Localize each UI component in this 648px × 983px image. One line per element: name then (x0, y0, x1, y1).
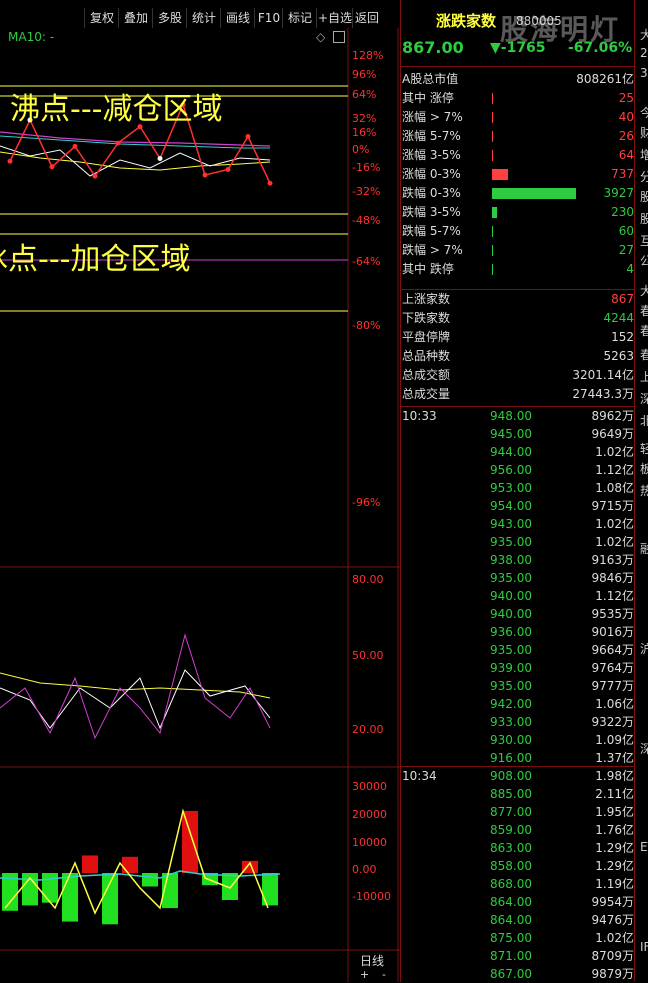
side-item[interactable]: 沪 (640, 640, 648, 657)
toolbar-button-2[interactable]: 多股 (152, 8, 187, 28)
main-y-tick-7: -32% (352, 185, 380, 198)
osc-line-yellow (0, 672, 271, 699)
toolbar-button-0[interactable]: 复权 (84, 8, 119, 28)
zoom-in-button[interactable]: + (360, 968, 369, 981)
volume-bar-2 (42, 873, 58, 903)
annotation-bottom: 冰点---加仓区域 (0, 242, 191, 277)
side-item[interactable]: 3 (640, 66, 648, 80)
main-point-7 (157, 156, 163, 161)
side-item[interactable]: 热 (640, 482, 648, 499)
toolbar-button-5[interactable]: F10 (254, 8, 283, 28)
side-item[interactable]: 深 (640, 740, 648, 757)
main-y-tick-9: -64% (352, 255, 380, 268)
annotation-top: 沸点---减仓区域 (10, 92, 223, 127)
osc-y-tick-2: 20.00 (352, 723, 384, 736)
side-item[interactable]: 融 (640, 540, 648, 557)
volume-bars (2, 810, 278, 925)
main-point-2 (49, 164, 55, 170)
side-item[interactable]: 2 (640, 46, 648, 60)
window-icon[interactable] (333, 31, 345, 43)
volume-bar-3 (62, 873, 78, 922)
side-item[interactable]: 春 (640, 346, 648, 363)
main-point-3 (72, 143, 78, 149)
side-item[interactable]: 股 (640, 188, 648, 205)
toolbar-button-4[interactable]: 画线 (220, 8, 255, 28)
vol-y-tick-1: 20000 (352, 808, 387, 821)
side-item[interactable]: 大 (640, 282, 648, 299)
main-y-tick-1: 96% (352, 68, 376, 81)
side-item[interactable]: 深 (640, 390, 648, 407)
main-point-10 (225, 167, 231, 172)
side-item[interactable]: 公 (640, 252, 648, 269)
main-y-tick-11: -96% (352, 496, 380, 509)
toolbar-button-1[interactable]: 叠加 (118, 8, 153, 28)
main-y-tick-2: 64% (352, 88, 376, 101)
main-y-tick-8: -48% (352, 214, 380, 227)
period-label[interactable]: 日线 (360, 952, 384, 969)
osc-line-white (0, 669, 271, 730)
main-y-tick-6: -16% (352, 161, 380, 174)
side-item[interactable]: 轻 (640, 440, 648, 457)
side-item[interactable]: 上 (640, 368, 648, 385)
side-strip: 大23今财增分股股互公大春春春上深北轻板热融沪深ETIF (400, 0, 648, 982)
ma10-label: MA10: - (8, 30, 55, 44)
side-item[interactable]: 分 (640, 168, 648, 185)
side-item[interactable]: 互 (640, 232, 648, 249)
toolbar-button-8[interactable]: 返回 (352, 8, 381, 28)
volume-bar-4 (82, 855, 98, 873)
main-point-9 (202, 172, 208, 178)
zoom-out-button[interactable]: - (382, 968, 386, 981)
side-item[interactable]: 大 (640, 26, 648, 43)
main-y-tick-4: 16% (352, 126, 376, 139)
side-item[interactable]: 今 (640, 104, 648, 121)
osc-line-magenta (0, 633, 271, 740)
main-y-tick-10: -80% (352, 319, 380, 332)
volume-bar-7 (142, 873, 158, 887)
vol-y-tick-3: 0.00 (352, 863, 377, 876)
main-y-tick-0: 128% (352, 49, 383, 62)
main-y-tick-5: 0% (352, 143, 369, 156)
quote-panel: 涨跌家数 880005 股海明灯 867.00 ▼-1765 -67.06% A… (400, 0, 648, 982)
side-item[interactable]: 股 (640, 210, 648, 227)
side-item[interactable]: ET (640, 840, 648, 854)
toolbar-button-7[interactable]: +自选 (316, 8, 353, 28)
side-item[interactable]: 增 (640, 146, 648, 163)
main-y-tick-3: 32% (352, 112, 376, 125)
chart-area: 128% 96% 64% 32% 16% 0% -16% -32% -48% -64% -80% -9… (0, 28, 400, 982)
vol-y-tick-0: 30000 (352, 780, 387, 793)
main-point-11 (245, 134, 251, 139)
toolbar: 复权 叠加 多股 统计 画线 F10 标记 +自选 返回 (0, 8, 400, 28)
volume-bar-9 (182, 810, 198, 873)
vol-y-tick-2: 10000 (352, 836, 387, 849)
volume-bar-5 (102, 873, 118, 925)
toolbar-button-6[interactable]: 标记 (282, 8, 317, 28)
side-item[interactable]: 板 (640, 460, 648, 477)
side-item[interactable]: 春 (640, 322, 648, 339)
side-item[interactable]: 财 (640, 124, 648, 141)
osc-y-tick-1: 50.00 (352, 649, 384, 662)
side-item[interactable]: 春 (640, 302, 648, 319)
volume-bar-6 (122, 856, 138, 873)
toolbar-button-3[interactable]: 统计 (186, 8, 221, 28)
main-point-4 (92, 173, 98, 179)
osc-y-tick-0: 80.00 (352, 573, 384, 586)
chart-svg: 128% 96% 64% 32%16% 0% -16% -32% -48% -64% -80% -9… (0, 28, 400, 982)
vol-y-tick-4: -10000 (352, 890, 391, 903)
side-item[interactable]: IF (640, 940, 648, 954)
main-point-0 (7, 158, 13, 164)
y-axis-ticks: 128% 96% 64% 32%16% 0% -16% -32% -48% -64% -80% -9… (352, 49, 391, 903)
side-item[interactable]: 北 (640, 412, 648, 429)
main-point-5 (115, 140, 121, 146)
main-point-12 (267, 180, 273, 186)
diamond-icon[interactable]: ◇ (316, 30, 325, 44)
